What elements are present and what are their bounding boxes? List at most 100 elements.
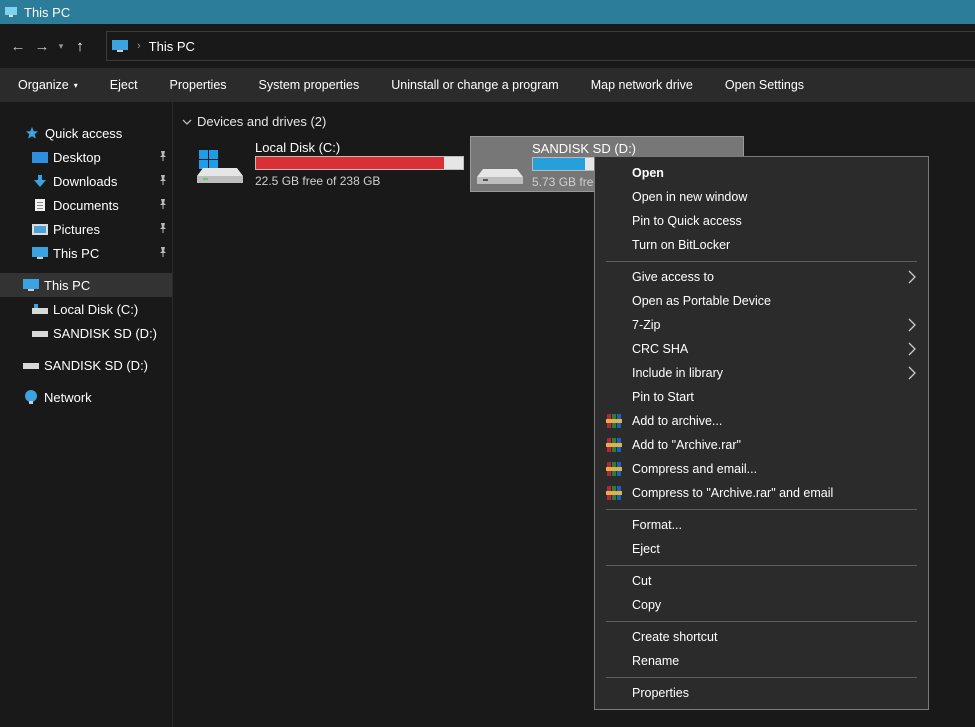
menu-item-add-archive[interactable]: Add to archive... <box>596 409 927 433</box>
sidebar-item-network[interactable]: Network <box>0 385 172 409</box>
open-settings-button[interactable]: Open Settings <box>725 78 804 92</box>
monitor-icon <box>32 246 48 260</box>
pictures-icon <box>32 222 48 236</box>
chevron-right-icon <box>908 342 916 356</box>
recent-locations-button[interactable]: ▾ <box>54 41 68 52</box>
windows-drive-icon <box>197 150 243 183</box>
sidebar-item-sandisk-d-sub[interactable]: SANDISK SD (D:) <box>0 321 172 345</box>
menu-item-label: 7-Zip <box>632 318 661 332</box>
menu-item-properties[interactable]: Properties <box>596 681 927 705</box>
menu-item-label: Pin to Start <box>632 390 694 404</box>
sidebar-item-quick-access[interactable]: Quick access <box>0 121 172 145</box>
breadcrumb-chevron-icon[interactable]: › <box>137 40 141 52</box>
sidebar-item-sandisk-d[interactable]: SANDISK SD (D:) <box>0 353 172 377</box>
organize-label: Organize <box>18 78 69 92</box>
drive-usage-fill <box>533 158 585 170</box>
winrar-icon <box>606 414 622 428</box>
context-menu: Open Open in new window Pin to Quick acc… <box>594 156 929 710</box>
organize-button[interactable]: Organize ▾ <box>18 78 78 92</box>
menu-item-compress-email[interactable]: Compress and email... <box>596 457 927 481</box>
menu-item-eject[interactable]: Eject <box>596 537 927 561</box>
map-network-drive-button[interactable]: Map network drive <box>591 78 693 92</box>
star-icon <box>24 126 40 140</box>
drive-name: SANDISK SD (D:) <box>532 141 637 156</box>
devices-group-header[interactable]: Devices and drives (2) <box>182 114 326 129</box>
menu-item-open-new-window[interactable]: Open in new window <box>596 185 927 209</box>
menu-item-rename[interactable]: Rename <box>596 649 927 673</box>
breadcrumb-this-pc[interactable]: This PC <box>149 39 195 54</box>
properties-button[interactable]: Properties <box>170 78 227 92</box>
menu-item-label: Include in library <box>632 366 724 380</box>
drive-usage-fill <box>256 157 445 169</box>
menu-item-label: Compress to "Archive.rar" and email <box>632 486 834 500</box>
sidebar-item-label: SANDISK SD (D:) <box>53 325 158 341</box>
pin-icon[interactable] <box>158 198 168 210</box>
menu-item-cut[interactable]: Cut <box>596 569 927 593</box>
sidebar-item-documents[interactable]: Documents <box>0 193 172 217</box>
eject-button[interactable]: Eject <box>110 78 138 92</box>
sidebar-item-local-disk-c[interactable]: Local Disk (C:) <box>0 297 172 321</box>
back-button[interactable]: ← <box>6 38 30 55</box>
menu-item-include-library[interactable]: Include in library <box>596 361 927 385</box>
menu-separator <box>606 509 917 510</box>
address-bar[interactable]: › This PC <box>106 31 975 61</box>
forward-button[interactable]: → <box>30 38 54 55</box>
chevron-right-icon <box>908 366 916 380</box>
menu-item-format[interactable]: Format... <box>596 513 927 537</box>
drive-tile-c[interactable]: Local Disk (C:) 22.5 GB free of 238 GB <box>175 136 465 192</box>
menu-item-label: Add to "Archive.rar" <box>632 438 741 452</box>
menu-item-pin-quick-access[interactable]: Pin to Quick access <box>596 209 927 233</box>
drive-icon <box>32 302 48 316</box>
sidebar-item-label: SANDISK SD (D:) <box>44 357 149 373</box>
menu-item-open[interactable]: Open <box>596 161 927 185</box>
menu-item-label: Give access to <box>632 270 714 284</box>
drive-icon <box>477 169 523 184</box>
winrar-icon <box>606 438 622 452</box>
menu-item-label: Open <box>632 166 664 180</box>
menu-item-crc-sha[interactable]: CRC SHA <box>596 337 927 361</box>
network-icon <box>23 390 39 404</box>
menu-separator <box>606 677 917 678</box>
menu-item-compress-rar-email[interactable]: Compress to "Archive.rar" and email <box>596 481 927 505</box>
pin-icon[interactable] <box>158 246 168 258</box>
sidebar-item-label: Local Disk (C:) <box>53 301 139 317</box>
monitor-icon <box>23 278 39 292</box>
menu-item-give-access[interactable]: Give access to <box>596 265 927 289</box>
menu-item-portable-device[interactable]: Open as Portable Device <box>596 289 927 313</box>
menu-item-label: Add to archive... <box>632 414 723 428</box>
menu-item-label: Open in new window <box>632 190 748 204</box>
menu-item-label: Eject <box>632 542 660 556</box>
uninstall-program-button[interactable]: Uninstall or change a program <box>391 78 558 92</box>
menu-item-copy[interactable]: Copy <box>596 593 927 617</box>
chevron-right-icon <box>908 318 916 332</box>
desktop-icon <box>32 150 48 164</box>
system-properties-button[interactable]: System properties <box>259 78 360 92</box>
chevron-right-icon <box>908 270 916 284</box>
sidebar-item-pictures[interactable]: Pictures <box>0 217 172 241</box>
pin-icon[interactable] <box>158 174 168 186</box>
menu-item-create-shortcut[interactable]: Create shortcut <box>596 625 927 649</box>
menu-item-label: Create shortcut <box>632 630 718 644</box>
monitor-icon <box>112 40 128 52</box>
menu-item-pin-start[interactable]: Pin to Start <box>596 385 927 409</box>
group-title: Devices and drives (2) <box>197 114 327 129</box>
sidebar-item-label: This PC <box>44 277 91 293</box>
chevron-down-icon: ▾ <box>73 80 78 90</box>
menu-item-label: Format... <box>632 518 683 532</box>
sidebar-item-this-pc[interactable]: This PC <box>0 273 172 297</box>
menu-separator <box>606 261 917 262</box>
pin-icon[interactable] <box>158 222 168 234</box>
sidebar-item-label: Downloads <box>53 173 118 189</box>
sidebar-item-downloads[interactable]: Downloads <box>0 169 172 193</box>
up-button[interactable]: ↑ <box>68 38 92 55</box>
sidebar-item-desktop[interactable]: Desktop <box>0 145 172 169</box>
menu-item-label: Compress and email... <box>632 462 758 476</box>
menu-item-add-archive-rar[interactable]: Add to "Archive.rar" <box>596 433 927 457</box>
menu-item-label: CRC SHA <box>632 342 689 356</box>
menu-item-7zip[interactable]: 7-Zip <box>596 313 927 337</box>
sidebar-item-this-pc-pinned[interactable]: This PC <box>0 241 172 265</box>
pin-icon[interactable] <box>158 150 168 162</box>
menu-item-bitlocker[interactable]: Turn on BitLocker <box>596 233 927 257</box>
sidebar-item-label: Network <box>44 389 92 405</box>
menu-item-label: Pin to Quick access <box>632 214 742 228</box>
